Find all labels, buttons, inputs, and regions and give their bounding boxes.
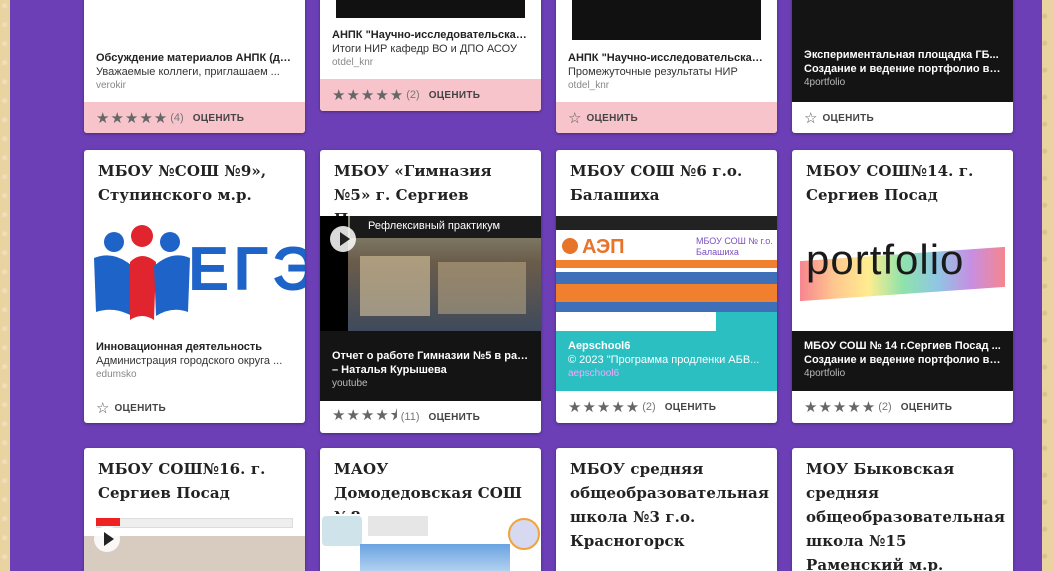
post-media-website[interactable] bbox=[320, 514, 541, 571]
link-source: otdel_knr bbox=[568, 80, 610, 91]
video-caption: Рефлексивный практикум bbox=[368, 220, 501, 232]
post-title: МБОУ средняя общеобразовательная школа №… bbox=[570, 460, 769, 550]
star-outline-icon[interactable]: ☆ bbox=[568, 109, 581, 127]
link-description: – Наталья Курышева bbox=[332, 364, 447, 376]
rate-button[interactable]: ОЦЕНИТЬ bbox=[193, 113, 245, 124]
rate-button[interactable]: ОЦЕНИТЬ bbox=[429, 90, 481, 101]
post-link-info[interactable]: Отчет о работе Гимназии №5 в рам... – На… bbox=[320, 331, 541, 401]
site-header-text: МБОУ СОШ № г.о. Балашиха bbox=[696, 236, 773, 257]
play-icon[interactable] bbox=[94, 526, 120, 552]
link-description: Администрация городского округа ... bbox=[96, 355, 283, 367]
rating-count: (2) bbox=[878, 401, 892, 413]
link-title: Aepschool6 bbox=[568, 340, 631, 352]
rating-stars[interactable]: ★★★★★ bbox=[96, 109, 168, 127]
post-card[interactable]: МОУ Быковская средняя общеобразовательна… bbox=[792, 448, 1013, 571]
rating-bar: ☆ ОЦЕНИТЬ bbox=[84, 392, 305, 423]
post-title: МБОУ СОШ№16. г. Сергиев Посад bbox=[98, 460, 266, 502]
play-icon[interactable] bbox=[330, 226, 356, 252]
link-source: aepschool6 bbox=[568, 368, 620, 379]
star-outline-icon[interactable]: ☆ bbox=[804, 109, 817, 127]
post-link-info[interactable]: АНПК "Научно-исследовательская ... Итоги… bbox=[320, 28, 541, 69]
link-title: АНПК "Научно-исследовательская ... bbox=[332, 29, 529, 41]
link-title: Отчет о работе Гимназии №5 в рам... bbox=[332, 350, 529, 362]
padlet-board: Обсуждение материалов АНПК (до... Уважае… bbox=[10, 0, 1042, 571]
link-title: Обсуждение материалов АНПК (до... bbox=[96, 52, 293, 64]
link-title: Экспериментальная площадка ГБ... bbox=[804, 49, 999, 61]
link-title: МБОУ СОШ № 14 г.Сергиев Посад ... bbox=[804, 340, 1001, 352]
rating-bar: ☆ ОЦЕНИТЬ bbox=[792, 102, 1013, 133]
post-card[interactable]: Обсуждение материалов АНПК (до... Уважае… bbox=[84, 0, 305, 133]
link-source: 4portfolio bbox=[804, 77, 846, 88]
post-link-info[interactable]: МБОУ СОШ № 14 г.Сергиев Посад ... Создан… bbox=[792, 331, 1013, 391]
emblem-icon bbox=[322, 516, 362, 546]
rating-bar: ★★★★⯨ (11) ОЦЕНИТЬ bbox=[320, 401, 541, 433]
rate-button[interactable]: ОЦЕНИТЬ bbox=[822, 113, 874, 124]
link-source: edumsko bbox=[96, 369, 137, 380]
post-title: МОУ Быковская средняя общеобразовательна… bbox=[806, 460, 1005, 571]
link-description: © 2023 "Программа продленки АБВ... bbox=[568, 354, 760, 366]
link-description: Уважаемые коллеги, приглашаем ... bbox=[96, 66, 280, 78]
rating-bar: ☆ ОЦЕНИТЬ bbox=[556, 102, 777, 133]
post-link-info[interactable]: Aepschool6 © 2023 "Программа продленки А… bbox=[556, 331, 777, 391]
post-media-portfolio[interactable]: portfolio bbox=[792, 216, 1013, 331]
rating-stars[interactable]: ★★★★⯨ bbox=[332, 405, 399, 430]
post-card[interactable]: МБОУ «Гимназия №5» г. Сергиев Посад Рефл… bbox=[320, 150, 541, 433]
link-source: verokir bbox=[96, 80, 127, 91]
star-outline-icon[interactable]: ☆ bbox=[96, 399, 109, 417]
link-description: Создание и ведение портфолио в в... bbox=[804, 63, 1001, 75]
school-badge-icon bbox=[508, 518, 540, 550]
rate-button[interactable]: ОЦЕНИТЬ bbox=[901, 402, 953, 413]
post-media[interactable] bbox=[336, 0, 525, 18]
link-description: Итоги НИР кафедр ВО и ДПО АСОУ bbox=[332, 43, 517, 55]
link-title: АНПК "Научно-исследовательская ... bbox=[568, 52, 765, 64]
post-link-info[interactable]: Обсуждение материалов АНПК (до... Уважае… bbox=[84, 51, 305, 92]
link-source: otdel_knr bbox=[332, 57, 374, 68]
post-card[interactable]: МБОУ СОШ№14. г. Сергиев Посад portfolio … bbox=[792, 150, 1013, 423]
post-card[interactable]: МБОУ средняя общеобразовательная школа №… bbox=[556, 448, 777, 571]
rating-count: (4) bbox=[170, 112, 184, 124]
ege-logo-text: ЕГЭ bbox=[188, 235, 305, 304]
post-media[interactable] bbox=[572, 0, 761, 40]
rating-stars[interactable]: ★★★★★ bbox=[332, 86, 404, 104]
rating-stars[interactable]: ★★★★★ bbox=[568, 398, 640, 416]
rating-count: (2) bbox=[642, 401, 656, 413]
post-card[interactable]: МБОУ СОШ№16. г. Сергиев Посад bbox=[84, 448, 305, 571]
post-card[interactable]: АНПК "Научно-исследовательская ... Итоги… bbox=[320, 0, 541, 111]
post-title: МБОУ СОШ №6 г.о. Балашиха bbox=[570, 162, 743, 204]
post-media-ege-logo[interactable]: ЕГЭ bbox=[84, 216, 305, 332]
post-card[interactable]: МАОУ Домодедовская СОШ №8 bbox=[320, 448, 541, 571]
post-link-info[interactable]: Экспериментальная площадка ГБ... Создани… bbox=[792, 0, 1013, 102]
rating-count: (2) bbox=[406, 89, 420, 101]
post-title: МБОУ №СОШ №9», Ступинского м.р. bbox=[98, 162, 267, 204]
link-description: Промежуточные результаты НИР bbox=[568, 66, 738, 78]
rate-button[interactable]: ОЦЕНИТЬ bbox=[665, 402, 717, 413]
post-link-info[interactable]: Инновационная деятельность Администрация… bbox=[84, 340, 305, 381]
post-media-video[interactable]: Рефлексивный практикум bbox=[320, 216, 541, 331]
post-media-video[interactable] bbox=[84, 514, 305, 571]
rating-bar: ★★★★★ (2) ОЦЕНИТЬ bbox=[556, 391, 777, 423]
rating-stars[interactable]: ★★★★★ bbox=[804, 398, 876, 416]
rating-bar: ★★★★★ (4) ОЦЕНИТЬ bbox=[84, 102, 305, 133]
youtube-logo-icon bbox=[96, 518, 120, 526]
link-source: 4portfolio bbox=[804, 368, 846, 379]
rating-bar: ★★★★★ (2) ОЦЕНИТЬ bbox=[320, 79, 541, 111]
post-card[interactable]: МБОУ СОШ №6 г.о. Балашиха АЭП МБОУ СОШ №… bbox=[556, 150, 777, 423]
post-card[interactable]: Экспериментальная площадка ГБ... Создани… bbox=[792, 0, 1013, 133]
post-card[interactable]: МБОУ №СОШ №9», Ступинского м.р. ЕГЭ Инно… bbox=[84, 150, 305, 423]
post-link-info[interactable]: АНПК "Научно-исследовательская ... Проме… bbox=[556, 51, 777, 92]
post-title: МБОУ СОШ№14. г. Сергиев Посад bbox=[806, 162, 974, 204]
link-title: Инновационная деятельность bbox=[96, 341, 263, 353]
post-card[interactable]: АНПК "Научно-исследовательская ... Проме… bbox=[556, 0, 777, 133]
rating-bar: ★★★★★ (2) ОЦЕНИТЬ bbox=[792, 391, 1013, 423]
link-description: Создание и ведение портфолио в в... bbox=[804, 354, 1001, 366]
aep-logo-icon bbox=[562, 238, 578, 254]
post-media-website[interactable]: АЭП МБОУ СОШ № г.о. Балашиха bbox=[556, 216, 777, 331]
rating-count: (11) bbox=[400, 411, 420, 423]
link-source: youtube bbox=[332, 378, 368, 389]
rate-button[interactable]: ОЦЕНИТЬ bbox=[586, 113, 638, 124]
portfolio-logo-text: portfolio bbox=[806, 236, 965, 283]
rate-button[interactable]: ОЦЕНИТЬ bbox=[114, 403, 166, 414]
rate-button[interactable]: ОЦЕНИТЬ bbox=[429, 412, 481, 423]
aep-logo-text: АЭП bbox=[582, 236, 625, 258]
